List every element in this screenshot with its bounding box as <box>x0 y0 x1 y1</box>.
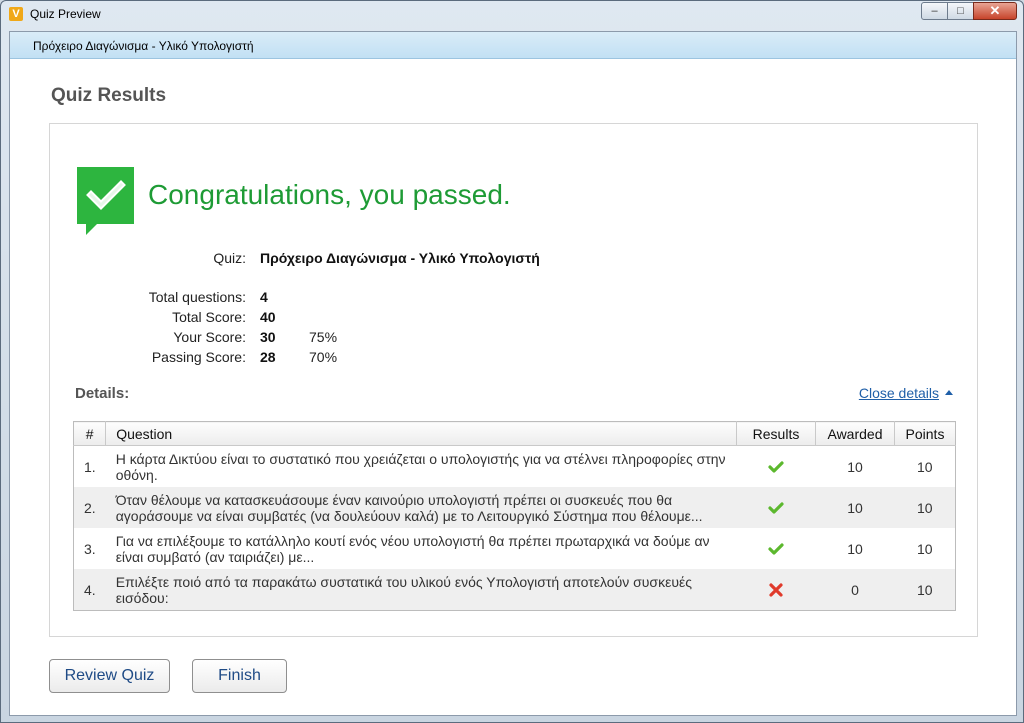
row-num: 4. <box>73 569 106 611</box>
column-header-results: Results <box>736 421 816 446</box>
column-header-question: Question <box>105 421 737 446</box>
table-row: 3. Για να επιλέξουμε το κατάλληλο κουτί … <box>74 528 956 569</box>
row-question: Όταν θέλουμε να κατασκευάσουμε έναν καιν… <box>105 487 737 528</box>
table-row: 2. Όταν θέλουμε να κατασκευάσουμε έναν κ… <box>73 487 956 528</box>
page-title: Quiz Results <box>51 85 167 106</box>
row-awarded: 10 <box>847 458 863 475</box>
row-awarded: 0 <box>815 569 895 611</box>
table-row: 4. Επιλέξτε ποιό από τα παρακάτω συστατι… <box>73 569 956 611</box>
quiz-label: Quiz: <box>213 250 246 266</box>
row-points: 10 <box>894 487 956 528</box>
row-awarded: 10 <box>815 487 895 528</box>
passing-score-value: 28 <box>260 349 276 365</box>
review-quiz-button[interactable]: Review Quiz <box>49 659 170 693</box>
quiz-content: Πρόχειρο Διαγώνισμα - Υλικό Υπολογιστή Q… <box>9 31 1017 716</box>
pass-message: Congratulations, you passed. <box>148 179 511 210</box>
column-header-points: Points <box>894 421 956 446</box>
your-score-label: Your Score: <box>173 329 246 345</box>
check-badge-icon <box>77 167 134 235</box>
total-score-value: 40 <box>260 309 276 325</box>
correct-check-icon <box>768 502 784 514</box>
row-num: 2. <box>73 487 106 528</box>
row-result <box>736 569 816 611</box>
window-controls: – □ ✕ <box>921 2 1017 20</box>
row-num: 3. <box>84 540 96 557</box>
row-points: 10 <box>916 540 933 557</box>
your-score-value: 30 <box>260 329 276 345</box>
your-score-percent: 75% <box>309 329 338 345</box>
close-window-button[interactable]: ✕ <box>973 2 1017 20</box>
quiz-subheader: Πρόχειρο Διαγώνισμα - Υλικό Υπολογιστή <box>10 32 1016 59</box>
caret-up-icon <box>945 389 953 395</box>
details-heading: Details: <box>75 385 130 402</box>
row-question: Για να επιλέξουμε το κατάλληλο κουτί ενό… <box>115 532 710 565</box>
close-icon: ✕ <box>989 3 1001 18</box>
maximize-icon: □ <box>957 5 964 17</box>
app-logo-icon: V <box>9 7 23 21</box>
quiz-preview-window: V Quiz Preview – □ ✕ Πρόχειρο Διαγώνισμα… <box>0 0 1024 723</box>
minimize-button[interactable]: – <box>921 2 948 20</box>
column-header-awarded: Awarded <box>815 421 895 446</box>
quiz-value: Πρόχειρο Διαγώνισμα - Υλικό Υπολογιστή <box>260 250 540 266</box>
maximize-button[interactable]: □ <box>947 2 974 20</box>
total-score-label: Total Score: <box>172 309 246 325</box>
row-result <box>737 446 816 488</box>
row-question: Η κάρτα Δικτύου είναι το συστατικό που χ… <box>115 450 726 483</box>
row-result <box>737 528 816 569</box>
close-details-label: Close details <box>858 385 939 401</box>
close-details-link[interactable]: Close details <box>859 385 953 401</box>
passing-score-label: Passing Score: <box>151 349 246 365</box>
row-points: 10 <box>916 458 933 475</box>
passing-score-percent: 70% <box>309 349 338 365</box>
table-row: 1. Η κάρτα Δικτύου είναι το συστατικό πο… <box>74 446 956 488</box>
column-header-num: # <box>73 421 107 446</box>
subheader-quiz-name: Πρόχειρο Διαγώνισμα - Υλικό Υπολογιστή <box>33 39 254 53</box>
total-questions-label: Total questions: <box>148 289 246 305</box>
results-panel: Congratulations, you passed. Quiz: Πρόχε… <box>49 123 978 637</box>
row-question: Επιλέξτε ποιό από τα παρακάτω συστατικά … <box>105 569 737 611</box>
correct-check-icon <box>768 461 784 473</box>
row-points: 10 <box>894 569 956 611</box>
row-awarded: 10 <box>847 540 863 557</box>
table-header-row: # Question Results Awarded Points <box>73 421 956 446</box>
finish-button[interactable]: Finish <box>192 659 287 693</box>
results-table: # Question Results Awarded Points 1. Η κ… <box>73 421 956 611</box>
total-questions-value: 4 <box>260 289 268 305</box>
window-title: Quiz Preview <box>30 7 101 21</box>
title-bar: V Quiz Preview – □ ✕ <box>1 1 1023 27</box>
row-result <box>736 487 816 528</box>
correct-check-icon <box>768 543 784 555</box>
minimize-icon: – <box>931 5 938 17</box>
incorrect-cross-icon <box>769 583 783 597</box>
row-num: 1. <box>84 458 96 475</box>
